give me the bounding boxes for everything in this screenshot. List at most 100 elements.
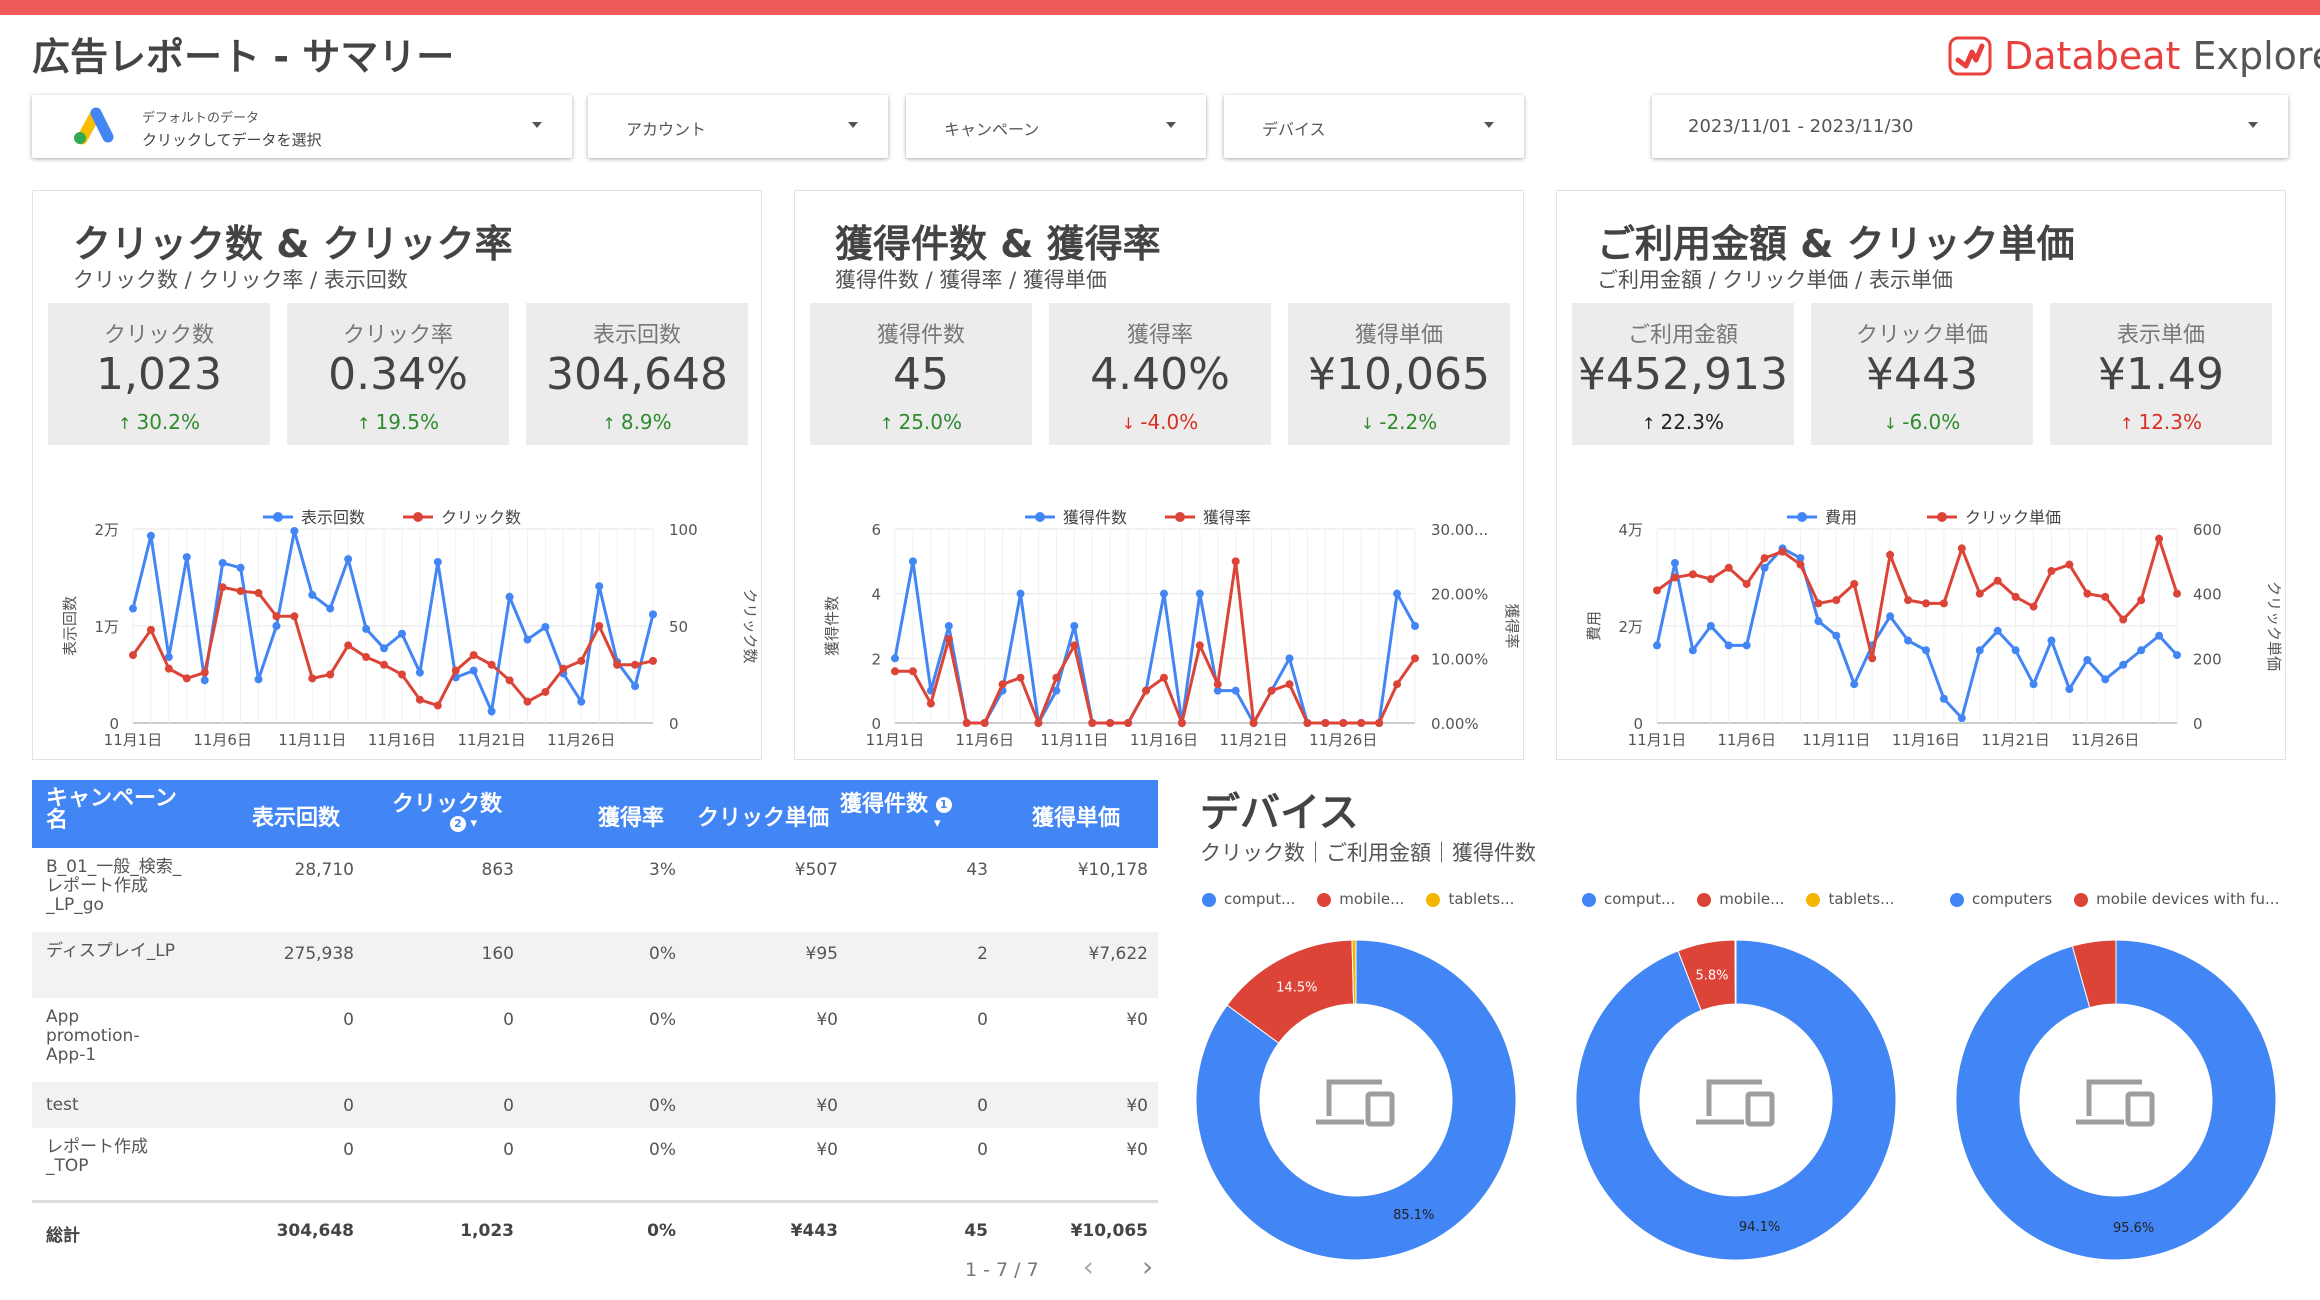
data-point <box>523 697 532 706</box>
cell-cpc: ¥443 <box>790 1221 838 1241</box>
col-cpc[interactable]: クリック単価 <box>697 800 829 832</box>
legend-item: comput... <box>1582 890 1675 908</box>
col-conversions[interactable]: 獲得件数 1 <box>840 786 952 818</box>
table-row[interactable]: B_01_一般_検索_レポート作成_LP_go 28,710 863 3% ¥5… <box>32 848 1158 932</box>
pager-text: 1 - 7 / 7 <box>965 1259 1039 1281</box>
y2-tick-label: 600 <box>2193 521 2222 539</box>
data-point <box>1285 654 1294 663</box>
legend-marker <box>1797 512 1807 522</box>
data-point <box>1921 599 1930 608</box>
arrow-down-icon: ↓ <box>1360 414 1380 433</box>
legend-marker <box>1175 512 1185 522</box>
y-tick-label: 4万 <box>1618 521 1643 539</box>
data-point <box>326 604 335 613</box>
data-point <box>1411 622 1419 630</box>
date-range-picker[interactable]: 2023/11/01 - 2023/11/30 <box>1652 95 2288 158</box>
data-point <box>2047 636 2056 645</box>
panel-subtitle: クリック数 / クリック率 / 表示回数 <box>73 268 408 292</box>
data-point <box>2047 567 2056 576</box>
phone-outline <box>1745 1091 1775 1127</box>
kpi-label: ご利用金額 <box>1627 323 1738 348</box>
data-point <box>1653 586 1661 595</box>
legend-dot <box>1806 892 1821 907</box>
data-point <box>1106 719 1115 727</box>
table-row[interactable]: test 0 0 0% ¥0 0 ¥0 <box>32 1082 1158 1128</box>
data-point <box>362 624 371 633</box>
arrow-up-icon: ↑ <box>2119 414 2139 433</box>
kpi-value: 0.34% <box>328 349 468 400</box>
col-clicks[interactable]: クリック数 <box>392 786 502 818</box>
data-point <box>487 660 496 669</box>
x-tick-label: 11月11日 <box>1802 731 1870 749</box>
data-point <box>649 610 657 619</box>
data-source-selector[interactable]: デフォルトのデータ クリックしてデータを選択 <box>32 95 572 158</box>
y2-tick-label: 0 <box>669 715 679 733</box>
y2-tick-label: 400 <box>2193 586 2222 604</box>
chevron-down-icon <box>2248 122 2258 128</box>
col-impressions[interactable]: 表示回数 <box>252 800 340 832</box>
next-page-icon[interactable]: › <box>1142 1250 1153 1283</box>
kpi-delta-value: 19.5% <box>375 410 440 434</box>
data-point <box>2083 655 2092 664</box>
prev-page-icon[interactable]: ‹ <box>1083 1250 1094 1283</box>
device-filter[interactable]: デバイス <box>1224 95 1524 158</box>
cell-conversions: 45 <box>964 1221 988 1241</box>
data-point <box>1688 570 1697 579</box>
legend-item: mobile devices with fu... <box>2074 890 2279 908</box>
conversions-by-device-donut: 95.6% <box>1955 939 2277 1261</box>
data-point <box>344 555 353 564</box>
panel-title: ご利用金額 & クリック単価 <box>1597 222 2075 266</box>
cell-total-label: 総計 <box>46 1226 80 1246</box>
table-row[interactable]: ディスプレイ_LP 275,938 160 0% ¥95 2 ¥7,622 <box>32 932 1158 998</box>
data-point <box>200 668 209 677</box>
data-point <box>1016 673 1025 682</box>
data-point <box>129 651 137 660</box>
y2-tick-label: 0 <box>2193 715 2203 733</box>
account-filter[interactable]: アカウント <box>588 95 888 158</box>
col-campaign-name[interactable]: キャンペーン名 <box>46 788 186 832</box>
sort-desc-icon: ▾ <box>934 816 941 831</box>
legend-dot <box>1697 892 1712 907</box>
series-line <box>1656 533 2179 659</box>
kpi-delta: ↑ 8.9% <box>526 410 748 434</box>
campaign-filter[interactable]: キャンペーン <box>906 95 1206 158</box>
kpi-card: 獲得率 4.40% ↓ -4.0% <box>1049 303 1271 445</box>
kpi-value: ¥452,913 <box>1578 349 1788 400</box>
data-point <box>577 697 586 706</box>
y2-tick-label: 200 <box>2193 650 2222 668</box>
slice-label: 94.1% <box>1739 1220 1780 1235</box>
data-point <box>1321 719 1330 727</box>
x-tick-label: 11月6日 <box>193 731 252 749</box>
clicks-panel: クリック数 & クリック率 クリック数 / クリック率 / 表示回数 クリック数… <box>32 190 762 760</box>
data-point <box>1070 622 1079 630</box>
data-point <box>1411 654 1419 663</box>
kpi-card: 表示回数 304,648 ↑ 8.9% <box>526 303 748 445</box>
data-point <box>362 653 371 662</box>
cell-cpa: ¥0 <box>1126 1010 1148 1030</box>
data-point <box>1653 641 1661 650</box>
data-point <box>2029 680 2038 689</box>
col-conversion-rate[interactable]: 獲得率 <box>598 800 664 832</box>
series-line <box>893 561 1417 728</box>
legend-item: tablets... <box>1426 890 1514 908</box>
data-point <box>218 583 227 592</box>
x-tick-label: 11月21日 <box>1982 731 2050 749</box>
data-point <box>1070 641 1079 650</box>
data-point <box>1796 560 1805 569</box>
data-point <box>2173 589 2181 598</box>
kpi-delta-value: -6.0% <box>1902 410 1961 434</box>
spend-by-device-donut: 94.1% 5.8% <box>1575 939 1897 1261</box>
legend-item: comput... <box>1202 890 1295 908</box>
y-tick-label: 6 <box>871 521 881 539</box>
data-point <box>1159 589 1168 598</box>
col-cpa[interactable]: 獲得単価 <box>1032 800 1120 832</box>
data-point <box>944 622 953 630</box>
kpi-card: 獲得件数 45 ↑ 25.0% <box>810 303 1032 445</box>
slice-label: 14.5% <box>1276 981 1317 996</box>
table-row[interactable]: レポート作成_TOP 0 0 0% ¥0 0 ¥0 <box>32 1128 1158 1192</box>
x-tick-label: 11月26日 <box>547 731 615 749</box>
cell-cpc: ¥507 <box>794 860 838 880</box>
data-point <box>1939 694 1948 703</box>
table-row[interactable]: App promotion-App-1 0 0 0% ¥0 0 ¥0 <box>32 998 1158 1082</box>
y-tick-label: 2万 <box>1618 618 1643 636</box>
